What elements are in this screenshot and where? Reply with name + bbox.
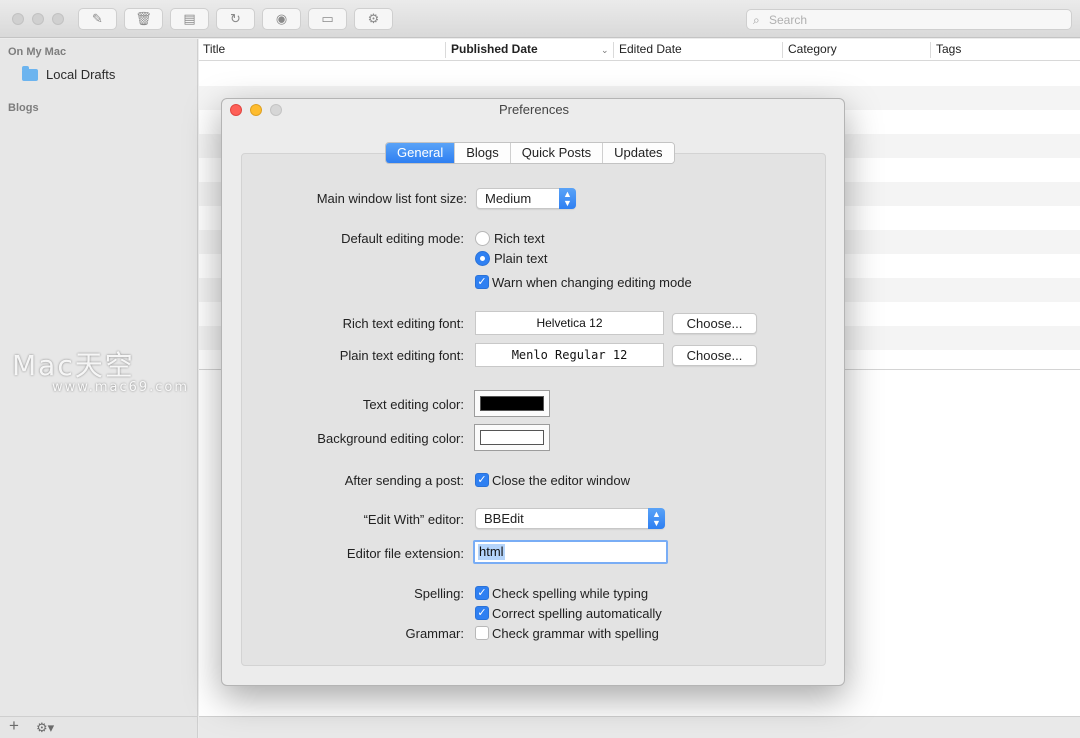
folder-icon xyxy=(22,65,38,81)
search-icon: ⌕ xyxy=(753,13,760,27)
rich-font-label: Rich text editing font: xyxy=(342,316,464,331)
plain-font-field: Menlo Regular 12 xyxy=(475,343,664,367)
checkmark-icon: ✓ xyxy=(477,587,487,599)
correct-spelling-label: Correct spelling automatically xyxy=(492,606,662,621)
gear-menu-icon[interactable]: ⚙▾ xyxy=(36,720,54,736)
font-size-value: Medium xyxy=(485,191,532,206)
compose-icon: ✎ xyxy=(92,11,103,26)
checkmark-icon: ✓ xyxy=(477,607,487,619)
watermark-title: Mac天空 xyxy=(12,349,135,382)
preferences-window: Preferences General Blogs Quick Posts Up… xyxy=(221,98,845,686)
plain-text-label: Plain text xyxy=(494,251,548,266)
search-field[interactable]: ⌕ xyxy=(746,9,1072,30)
prefs-title: Preferences xyxy=(498,102,570,117)
add-icon[interactable]: + xyxy=(9,716,19,736)
updown-chevron-icon: ▲ ▼ xyxy=(648,508,665,529)
sidebar-item-local-drafts[interactable]: Local Drafts xyxy=(22,65,116,82)
column-divider xyxy=(613,42,614,58)
rich-font-field: Helvetica 12 xyxy=(475,311,664,335)
sidebar-header-blogs: Blogs xyxy=(8,102,39,114)
choose-plain-font-button[interactable]: Choose... xyxy=(672,345,757,366)
checkmark-icon: ✓ xyxy=(477,474,487,486)
after-send-label: After sending a post: xyxy=(344,473,464,488)
plain-font-label: Plain text editing font: xyxy=(339,348,464,363)
minimize-window-button[interactable] xyxy=(32,13,44,25)
publish-button[interactable]: ◉ xyxy=(262,8,301,30)
check-spelling-label: Check spelling while typing xyxy=(492,586,649,601)
warn-mode-checkbox[interactable]: ✓ xyxy=(475,275,489,289)
tab-general[interactable]: General xyxy=(386,143,456,163)
choose-rich-font-button[interactable]: Choose... xyxy=(672,313,757,334)
bg-color-well[interactable] xyxy=(474,424,550,451)
edit-with-popup[interactable]: BBEdit ▲ ▼ xyxy=(475,508,665,529)
list-bottom-bar xyxy=(199,716,1080,738)
column-tags[interactable]: Tags xyxy=(936,42,961,56)
font-size-label: Main window list font size: xyxy=(316,191,467,206)
close-editor-checkbox[interactable]: ✓ xyxy=(475,473,489,487)
main-toolbar: ✎ 🗑 ▤ ↻ ◉ ▭ ⚙ ⌕ xyxy=(0,0,1080,38)
column-divider xyxy=(930,42,931,58)
column-title[interactable]: Title xyxy=(203,42,225,56)
close-editor-label: Close the editor window xyxy=(492,473,631,488)
updown-chevron-icon: ▲ ▼ xyxy=(559,188,576,209)
editing-mode-label: Default editing mode: xyxy=(341,231,464,246)
disc-icon: ◉ xyxy=(275,11,288,26)
list-header: Title Published Date ⌄ Edited Date Categ… xyxy=(199,39,1080,61)
column-category[interactable]: Category xyxy=(788,42,837,56)
text-color-well[interactable] xyxy=(474,390,550,417)
font-size-popup[interactable]: Medium ▲ ▼ xyxy=(476,188,576,209)
text-color-swatch xyxy=(480,396,544,411)
zoom-window-button[interactable] xyxy=(52,13,64,25)
new-post-button[interactable]: ✎ xyxy=(78,8,117,30)
ext-input[interactable]: html xyxy=(473,540,668,564)
tab-quick-posts[interactable]: Quick Posts xyxy=(510,143,604,163)
window-icon: ▭ xyxy=(321,11,334,26)
refresh-icon: ↻ xyxy=(230,11,241,26)
column-published-date[interactable]: Published Date xyxy=(451,42,538,56)
text-color-label: Text editing color: xyxy=(362,397,464,412)
edit-with-value: BBEdit xyxy=(484,511,524,526)
ext-value: html xyxy=(478,544,505,560)
search-input[interactable] xyxy=(769,11,1059,28)
column-edited-date[interactable]: Edited Date xyxy=(619,42,682,56)
delete-button[interactable]: 🗑 xyxy=(124,8,163,30)
close-window-button[interactable] xyxy=(12,13,24,25)
watermark: Mac天空 www.mac69.com xyxy=(12,344,189,395)
correct-spelling-checkbox[interactable]: ✓ xyxy=(475,606,489,620)
ext-label: Editor file extension: xyxy=(346,546,464,561)
column-divider xyxy=(445,42,446,58)
sidebar-item-label: Local Drafts xyxy=(46,67,116,82)
gear-icon: ⚙ xyxy=(367,11,380,26)
document-icon: ▤ xyxy=(183,11,196,26)
sidebar-header-on-my-mac: On My Mac xyxy=(8,46,67,58)
spelling-label: Spelling: xyxy=(414,586,464,601)
open-document-button[interactable]: ▤ xyxy=(170,8,209,30)
edit-with-label: “Edit With” editor: xyxy=(363,512,464,527)
check-spelling-checkbox[interactable]: ✓ xyxy=(475,586,489,600)
checkmark-icon: ✓ xyxy=(477,276,487,288)
rich-text-label: Rich text xyxy=(494,231,545,246)
check-grammar-label: Check grammar with spelling xyxy=(492,626,659,641)
check-grammar-checkbox[interactable] xyxy=(475,626,489,640)
settings-button[interactable]: ⚙ xyxy=(354,8,393,30)
tab-updates[interactable]: Updates xyxy=(603,143,674,163)
column-divider xyxy=(782,42,783,58)
plain-text-radio[interactable] xyxy=(475,251,490,266)
bg-color-swatch xyxy=(480,430,544,445)
grammar-label: Grammar: xyxy=(405,626,465,641)
sidebar-bottom-bar: + ⚙▾ xyxy=(0,716,198,738)
trash-icon: 🗑 xyxy=(135,11,152,26)
warn-mode-label: Warn when changing editing mode xyxy=(492,275,692,290)
prefs-tab-bar: General Blogs Quick Posts Updates xyxy=(385,142,675,164)
sort-chevron-icon: ⌄ xyxy=(601,45,609,55)
rich-text-radio[interactable] xyxy=(475,231,490,246)
bg-color-label: Background editing color: xyxy=(317,431,464,446)
preview-button[interactable]: ▭ xyxy=(308,8,347,30)
tab-blogs[interactable]: Blogs xyxy=(455,143,511,163)
refresh-button[interactable]: ↻ xyxy=(216,8,255,30)
